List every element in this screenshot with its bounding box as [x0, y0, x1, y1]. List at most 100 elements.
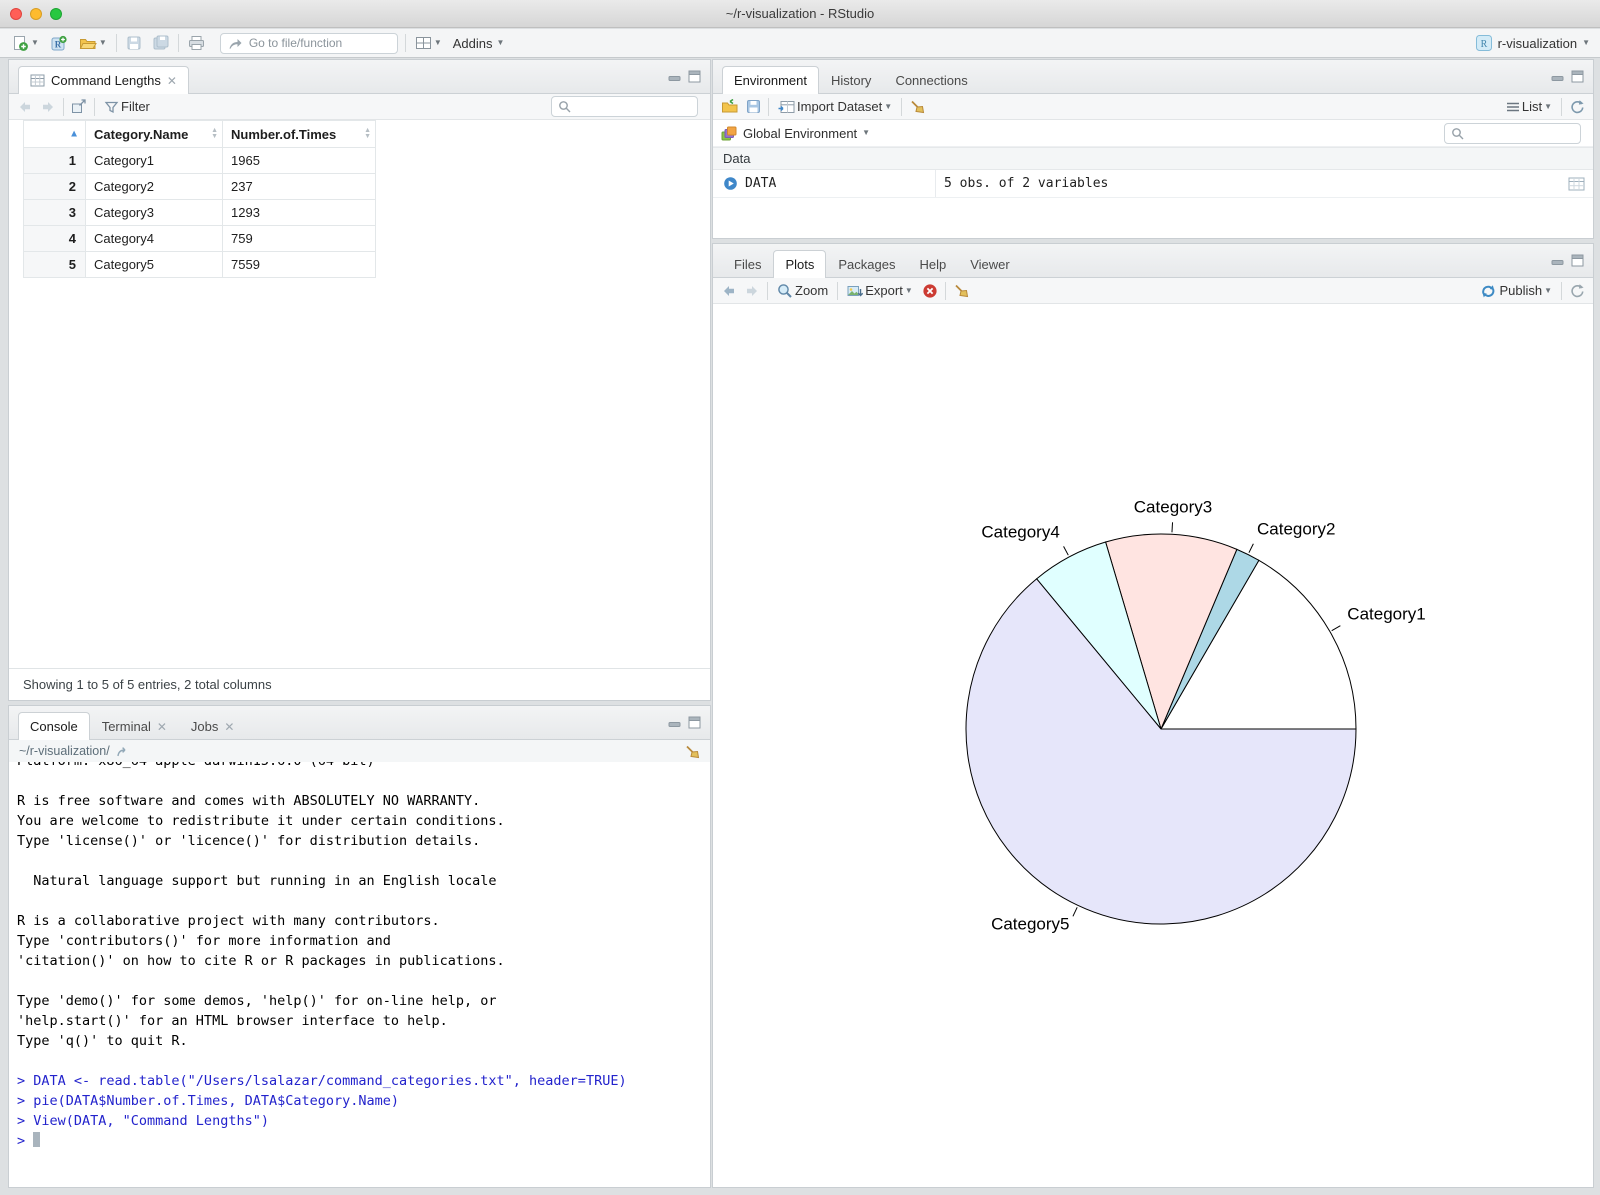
- scope-selector[interactable]: Global Environment ▼: [743, 126, 870, 141]
- environment-toolbar: Import Dataset ▼ List ▼: [713, 94, 1593, 120]
- category-name-cell: Category5: [85, 251, 223, 278]
- zoom-plot-button[interactable]: Zoom: [775, 280, 830, 302]
- maximize-pane-icon[interactable]: [688, 716, 701, 729]
- working-directory-label: ~/r-visualization/: [19, 744, 110, 758]
- refresh-icon[interactable]: [1569, 99, 1585, 114]
- new-file-button[interactable]: ▼: [10, 32, 41, 54]
- chevron-down-icon: ▼: [1544, 285, 1552, 295]
- console-output-line: Type 'contributors()' for more informati…: [17, 933, 391, 949]
- console-command-line: > DATA <- read.table("/Users/lsalazar/co…: [17, 1073, 627, 1089]
- pane-layout-icon: [415, 37, 431, 49]
- pie-label-tick: [1072, 907, 1078, 917]
- console-output[interactable]: Platform: x86_64-apple-darwin15.6.0 (64-…: [9, 762, 710, 1187]
- close-icon[interactable]: ✕: [157, 720, 167, 734]
- save-all-button[interactable]: [151, 32, 171, 54]
- list-view-button[interactable]: List ▼: [1504, 96, 1554, 118]
- column-header-category-name[interactable]: Category.Name ▲ ▼: [85, 120, 223, 148]
- print-button[interactable]: [186, 32, 207, 54]
- tab-environment[interactable]: Environment: [722, 66, 819, 94]
- viewer-toolbar: Filter: [9, 94, 710, 120]
- close-icon[interactable]: ✕: [224, 720, 234, 734]
- expand-object-icon[interactable]: [723, 176, 738, 191]
- viewer-search-box[interactable]: [551, 96, 698, 117]
- toolbar-separator: [901, 97, 903, 116]
- environment-search-box[interactable]: [1444, 122, 1581, 144]
- goto-file-box[interactable]: [219, 32, 398, 54]
- tab-connections[interactable]: Connections: [883, 66, 979, 94]
- tab-label: Terminal: [101, 719, 151, 734]
- forward-icon[interactable]: [40, 100, 56, 114]
- maximize-pane-icon[interactable]: [688, 70, 701, 83]
- popout-window-icon[interactable]: [71, 99, 87, 114]
- save-workspace-icon[interactable]: [746, 99, 761, 114]
- open-file-button[interactable]: ▼: [77, 32, 109, 54]
- row-number-header[interactable]: ▲: [23, 120, 86, 148]
- tab-command-lengths[interactable]: Command Lengths ✕: [18, 66, 189, 94]
- project-menu[interactable]: R r-visualization ▼: [1475, 34, 1590, 52]
- minimize-pane-icon[interactable]: [668, 70, 681, 83]
- console-cursor: [33, 1132, 41, 1147]
- save-button[interactable]: [124, 32, 144, 54]
- chevron-down-icon: ▼: [98, 38, 107, 47]
- project-name-label: r-visualization: [1497, 35, 1578, 51]
- data-viewer-pane: Command Lengths ✕ Filter ▲ Category.Name…: [8, 59, 711, 701]
- tab-history[interactable]: History: [819, 66, 883, 94]
- load-workspace-icon[interactable]: [721, 99, 739, 114]
- tab-files[interactable]: Files: [722, 250, 773, 278]
- console-output-line: R is free software and comes with ABSOLU…: [17, 793, 481, 809]
- export-plot-button[interactable]: Export ▼: [845, 280, 915, 302]
- main-toolbar: ▼ R ▼ ▼ Addins ▼: [0, 29, 1600, 58]
- goto-directory-icon[interactable]: [116, 745, 131, 758]
- close-icon[interactable]: ✕: [167, 74, 177, 88]
- new-file-icon: [14, 35, 28, 51]
- tab-console[interactable]: Console: [18, 712, 90, 740]
- tab-help[interactable]: Help: [907, 250, 958, 278]
- publish-button[interactable]: Publish ▼: [1478, 280, 1554, 302]
- column-header-number-of-times[interactable]: Number.of.Times ▲ ▼: [222, 120, 376, 148]
- pie-slice-label: Category5: [991, 915, 1069, 934]
- toolbar-separator: [1561, 281, 1562, 300]
- environment-search-input[interactable]: [1468, 125, 1568, 141]
- clear-plots-broom-icon[interactable]: [953, 283, 969, 298]
- column-label: Category.Name: [94, 126, 189, 142]
- view-data-grid-icon[interactable]: [1568, 177, 1585, 191]
- toolbar-separator: [404, 34, 406, 52]
- sort-toggle-icon: ▲ ▼: [211, 127, 218, 140]
- tab-terminal[interactable]: Terminal ✕: [90, 712, 179, 740]
- minimize-pane-icon[interactable]: [1551, 70, 1564, 83]
- minimize-pane-icon[interactable]: [668, 716, 681, 729]
- console-prompt-line[interactable]: >: [17, 1131, 710, 1151]
- toolbar-separator: [768, 97, 769, 116]
- tab-plots[interactable]: Plots: [773, 250, 827, 278]
- goto-arrow-icon: [229, 39, 242, 49]
- remove-plot-icon[interactable]: [922, 283, 938, 299]
- import-dataset-button[interactable]: Import Dataset ▼: [776, 96, 894, 118]
- tab-label: Viewer: [970, 257, 1010, 272]
- maximize-pane-icon[interactable]: [1571, 254, 1584, 267]
- maximize-pane-icon[interactable]: [1571, 70, 1584, 83]
- tab-viewer[interactable]: Viewer: [958, 250, 1022, 278]
- pane-layout-button[interactable]: ▼: [413, 32, 444, 54]
- pie-slice-label: Category4: [981, 522, 1059, 541]
- next-plot-icon[interactable]: [744, 284, 760, 298]
- pie-label-tick: [1063, 546, 1069, 556]
- tab-jobs[interactable]: Jobs ✕: [179, 712, 247, 740]
- previous-plot-icon[interactable]: [721, 284, 737, 298]
- console-output-line: Type 'q()' to quit R.: [17, 1033, 188, 1049]
- window-title: ~/r-visualization - RStudio: [725, 6, 875, 21]
- goto-file-input[interactable]: [246, 35, 377, 51]
- environment-object-row[interactable]: DATA 5 obs. of 2 variables: [713, 170, 1593, 198]
- clear-environment-broom-icon[interactable]: [909, 99, 925, 114]
- addins-menu[interactable]: Addins ▼: [451, 32, 507, 54]
- back-icon[interactable]: [17, 100, 33, 114]
- search-icon: [559, 101, 571, 113]
- refresh-plot-icon[interactable]: [1569, 283, 1585, 298]
- new-project-button[interactable]: R: [48, 32, 70, 54]
- minimize-pane-icon[interactable]: [1551, 254, 1564, 267]
- clear-console-broom-icon[interactable]: [684, 744, 700, 759]
- console-output-line: Platform: x86_64-apple-darwin15.6.0 (64-…: [17, 762, 710, 771]
- data-grid-icon: [30, 74, 45, 87]
- tab-packages[interactable]: Packages: [826, 250, 907, 278]
- viewer-search-input[interactable]: [575, 98, 675, 115]
- filter-button[interactable]: Filter: [102, 96, 152, 118]
